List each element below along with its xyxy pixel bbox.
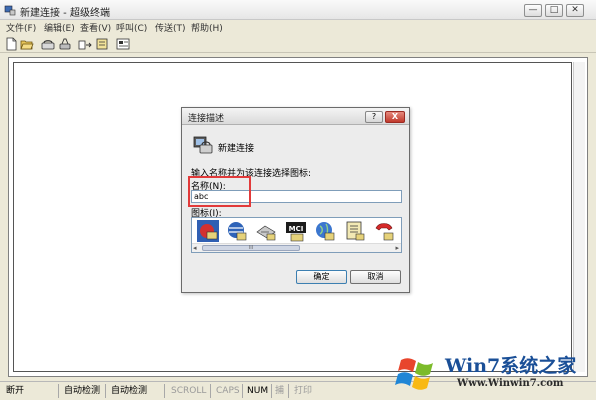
new-document-icon[interactable] <box>4 37 18 51</box>
dialog-help-button[interactable]: ? <box>365 111 383 123</box>
toolbar <box>0 35 596 53</box>
new-connection-icon <box>193 136 213 154</box>
globe-blue-icon[interactable] <box>314 220 336 242</box>
menu-transfer[interactable]: 传送(T) <box>155 21 186 34</box>
scroll-left-arrow-icon[interactable]: ◂ <box>193 244 197 252</box>
menu-call[interactable]: 呼叫(C) <box>116 21 147 34</box>
close-button[interactable]: ✕ <box>566 4 584 17</box>
scroll-right-arrow-icon[interactable]: ▸ <box>395 244 399 252</box>
connection-name-label: 新建连接 <box>218 144 255 154</box>
dialog-close-button[interactable]: X <box>385 111 405 123</box>
hyperterminal-window: 新建连接 - 超级终端 — □ ✕ 文件(F) 编辑(E) 查看(V) 呼叫(C… <box>0 0 596 400</box>
watermark-url: Www.Winwin7.com <box>457 378 564 389</box>
dialog-title-bar: 连接描述 ? X <box>182 108 409 125</box>
status-detect-1: 自动检测 <box>64 386 101 396</box>
menu-help[interactable]: 帮助(H) <box>191 21 223 34</box>
menu-view[interactable]: 查看(V) <box>80 21 111 34</box>
open-folder-icon[interactable] <box>20 37 34 51</box>
name-input[interactable] <box>191 190 402 203</box>
windows-logo-icon <box>395 358 433 390</box>
maximize-button[interactable]: □ <box>545 4 563 17</box>
status-print: 打印 <box>294 386 313 396</box>
menu-bar: 文件(F) 编辑(E) 查看(V) 呼叫(C) 传送(T) 帮助(H) <box>0 20 596 34</box>
phone-red-icon[interactable] <box>197 220 219 242</box>
properties-icon[interactable] <box>116 37 130 51</box>
receive-icon[interactable] <box>95 37 109 51</box>
dialog-title: 连接描述 <box>188 114 225 124</box>
hyperterminal-app-icon <box>4 5 16 16</box>
document-icon[interactable] <box>344 220 366 242</box>
status-num: NUM <box>247 386 269 396</box>
status-separator <box>105 384 106 398</box>
status-separator <box>210 384 211 398</box>
red-phone-icon[interactable] <box>373 220 395 242</box>
menu-edit[interactable]: 编辑(E) <box>44 21 75 34</box>
connection-description-dialog: 连接描述 ? X 新建连接 输入名称并为该连接选择图标: 名称(N): 图标(I… <box>181 107 410 293</box>
globe-icon[interactable] <box>226 220 248 242</box>
watermark: Win7系统之家 Www.Winwin7.com <box>395 350 591 396</box>
title-bar: 新建连接 - 超级终端 — □ ✕ <box>0 0 596 20</box>
status-separator <box>58 384 59 398</box>
menu-file[interactable]: 文件(F) <box>6 21 36 34</box>
status-detect-2: 自动检测 <box>111 386 148 396</box>
status-caps: CAPS <box>216 386 240 396</box>
mci-icon[interactable]: MCI <box>285 220 307 242</box>
icon-picker-list[interactable]: MCI ◂ III ▸ <box>191 217 402 253</box>
ok-button[interactable]: 确定 <box>296 270 347 284</box>
status-connection: 断开 <box>6 386 25 396</box>
send-icon[interactable] <box>78 37 92 51</box>
status-separator <box>288 384 289 398</box>
icon-list-scrollbar[interactable]: ◂ III ▸ <box>192 243 401 252</box>
status-separator <box>164 384 165 398</box>
prompt-text: 输入名称并为该连接选择图标: <box>191 169 312 179</box>
scroll-thumb[interactable]: III <box>202 245 300 251</box>
watermark-brand: Win7系统之家 <box>445 355 577 377</box>
minimize-button[interactable]: — <box>524 4 542 17</box>
status-scroll: SCROLL <box>171 386 207 396</box>
cancel-button[interactable]: 取消 <box>350 270 401 284</box>
disconnect-icon[interactable] <box>58 37 72 51</box>
mci-logo-text: MCI <box>289 225 304 233</box>
vertical-scrollbar[interactable] <box>573 62 585 372</box>
call-icon[interactable] <box>41 37 55 51</box>
modem-icon[interactable] <box>255 220 277 242</box>
status-capture: 捕 <box>275 386 285 396</box>
window-title: 新建连接 - 超级终端 <box>20 8 110 19</box>
